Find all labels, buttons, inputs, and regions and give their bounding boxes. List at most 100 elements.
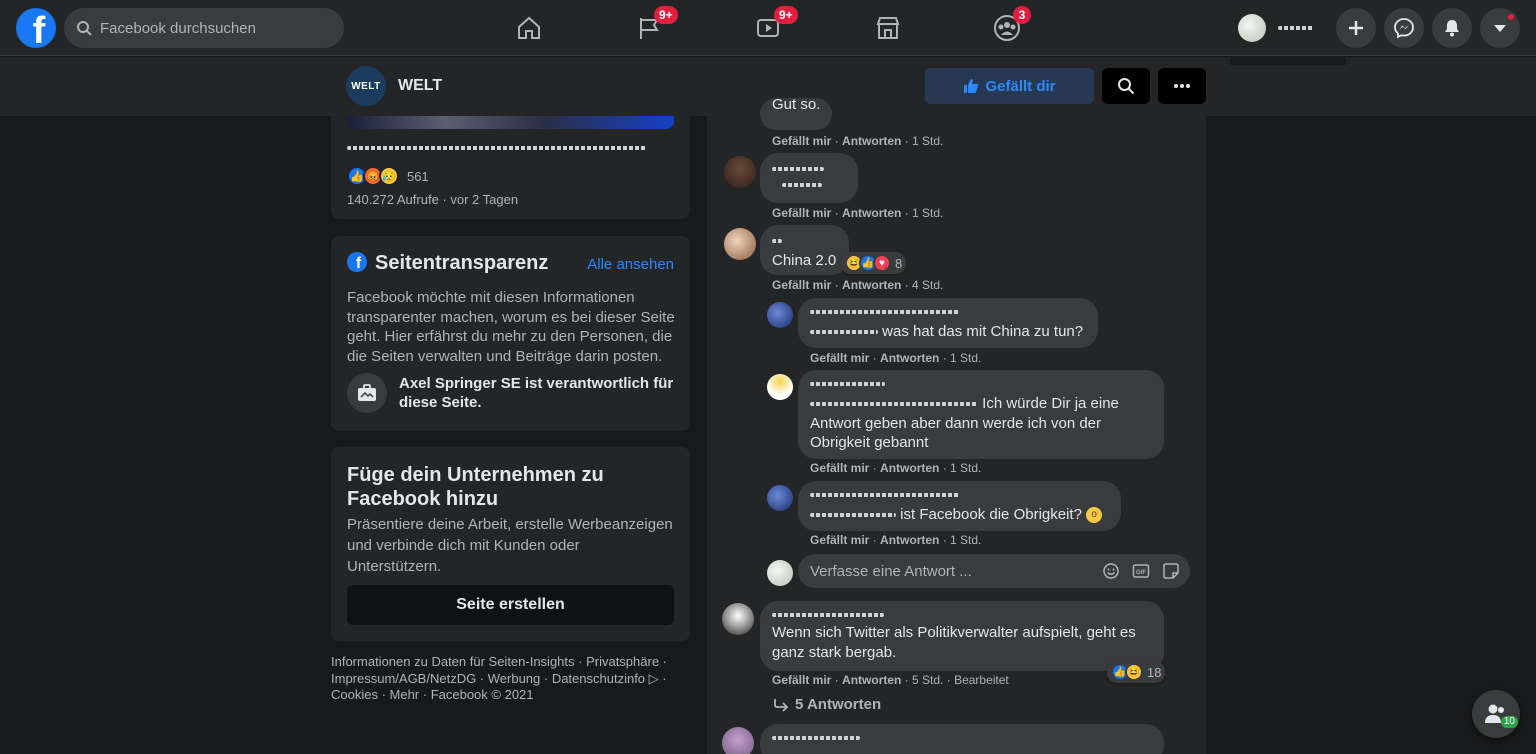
marketplace-icon bbox=[876, 17, 900, 39]
like-comment-link[interactable]: Gefällt mir bbox=[772, 206, 831, 220]
create-button[interactable] bbox=[1336, 8, 1376, 48]
reply-input[interactable] bbox=[810, 562, 1100, 580]
comment-reactions[interactable]: 👍 😆 18 bbox=[1107, 661, 1166, 683]
reply-comment-link[interactable]: Antworten bbox=[842, 278, 901, 292]
comment-bubble: Wenn sich Twitter als Politikverwalter a… bbox=[760, 601, 1164, 671]
create-page-button[interactable]: Seite erstellen bbox=[347, 585, 674, 625]
commenter-name-obscured bbox=[772, 736, 860, 740]
account-menu-button[interactable] bbox=[1480, 8, 1520, 48]
avatar[interactable] bbox=[724, 156, 756, 188]
comment-actions: Gefällt mir · Antworten · 5 Std. · Bearb… bbox=[772, 673, 1009, 687]
comment-bubble: Gut so. bbox=[760, 96, 833, 130]
facebook-logo-icon[interactable]: f bbox=[16, 8, 56, 48]
comment-time: 4 Std. bbox=[912, 278, 944, 292]
nav-badge: 9+ bbox=[654, 6, 678, 24]
nav-marketplace[interactable] bbox=[858, 8, 918, 48]
emoji-icon[interactable] bbox=[1102, 562, 1120, 580]
more-icon bbox=[1174, 84, 1190, 88]
messenger-button[interactable] bbox=[1384, 8, 1424, 48]
reply-comment-link[interactable]: Antworten bbox=[880, 461, 939, 475]
comment-text: was hat das mit China zu tun? bbox=[882, 323, 1084, 340]
nav-badge: 9+ bbox=[774, 6, 798, 24]
comment-reactions[interactable]: 😆 👍 ♥ 8 bbox=[841, 252, 907, 274]
comment-time: 1 Std. bbox=[950, 533, 982, 547]
comment-bubble: China 2.0 bbox=[760, 225, 849, 275]
search-input[interactable] bbox=[100, 19, 320, 37]
comment-actions: Gefällt mir · Antworten · 1 Std. bbox=[772, 134, 944, 148]
astonished-emoji-icon: o bbox=[1086, 507, 1103, 524]
sticker-icon[interactable] bbox=[1162, 562, 1180, 580]
comment-time: 1 Std. bbox=[912, 206, 944, 220]
avatar bbox=[1238, 14, 1266, 42]
search-icon bbox=[77, 21, 92, 36]
reply-arrow-icon bbox=[774, 698, 789, 712]
commenter-name-obscured bbox=[810, 382, 885, 386]
comment-actions: Gefällt mir · Antworten · 1 Std. bbox=[772, 206, 944, 220]
responsible-text: Axel Springer SE ist verantwortlich für … bbox=[399, 375, 674, 411]
love-reaction-icon: ♥ bbox=[873, 254, 891, 272]
gif-icon[interactable]: GIF bbox=[1132, 562, 1150, 580]
top-navigation-bar: f 9+ 9+ 3 bbox=[0, 0, 1536, 56]
page-search-button[interactable] bbox=[1102, 68, 1150, 104]
notifications-button[interactable] bbox=[1432, 8, 1472, 48]
search-bar[interactable] bbox=[64, 8, 344, 48]
like-comment-link[interactable]: Gefällt mir bbox=[810, 351, 869, 365]
like-comment-link[interactable]: Gefällt mir bbox=[772, 673, 831, 687]
comment-actions: Gefällt mir · Antworten · 1 Std. bbox=[810, 351, 982, 365]
add-business-description: Präsentiere deine Arbeit, erstelle Werbe… bbox=[347, 516, 673, 575]
comments-panel: Gut so. Gefällt mir · Antworten · 1 Std.… bbox=[707, 96, 1206, 754]
reply-comment-link[interactable]: Antworten bbox=[842, 673, 901, 687]
reaction-count: 18 bbox=[1147, 664, 1162, 680]
like-page-button[interactable]: Gefällt dir bbox=[925, 68, 1094, 104]
reply-comment-link[interactable]: Antworten bbox=[842, 206, 901, 220]
avatar[interactable] bbox=[767, 374, 793, 400]
comment-actions: Gefällt mir · Antworten · 1 Std. bbox=[810, 533, 982, 547]
nav-watch[interactable]: 9+ bbox=[738, 6, 798, 48]
nav-badge: 3 bbox=[1013, 6, 1031, 24]
new-room-button[interactable]: 10 bbox=[1472, 690, 1520, 738]
avatar[interactable] bbox=[722, 603, 754, 635]
commenter-name-obscured bbox=[810, 310, 960, 314]
see-all-link[interactable]: Alle ansehen bbox=[587, 256, 674, 273]
footer-links[interactable]: Informationen zu Daten für Seiten-Insigh… bbox=[331, 654, 671, 704]
page-logo[interactable]: WELT bbox=[346, 66, 386, 106]
reaction-count: 561 bbox=[407, 168, 429, 184]
nav-groups[interactable]: 3 bbox=[977, 6, 1037, 48]
comment-text: China 2.0 bbox=[772, 252, 837, 269]
svg-text:GIF: GIF bbox=[1136, 570, 1146, 576]
reply-comment-link[interactable]: Antworten bbox=[842, 134, 901, 148]
video-thumbnail[interactable] bbox=[347, 116, 674, 129]
sad-reaction-icon: 😥 bbox=[379, 166, 399, 186]
page-title[interactable]: WELT bbox=[398, 77, 442, 95]
view-replies-link[interactable]: 5 Antworten bbox=[773, 696, 881, 713]
messenger-icon bbox=[1394, 18, 1414, 38]
commenter-name-obscured bbox=[810, 493, 960, 497]
briefcase-icon bbox=[347, 373, 387, 413]
avatar[interactable] bbox=[722, 727, 754, 754]
notification-dot bbox=[1506, 12, 1516, 22]
reply-comment-link[interactable]: Antworten bbox=[880, 533, 939, 547]
comment-text: Wenn sich Twitter als Politikverwalter a… bbox=[772, 624, 1136, 661]
bell-icon bbox=[1445, 20, 1459, 37]
avatar[interactable] bbox=[767, 485, 793, 511]
home-icon bbox=[518, 16, 540, 39]
plus-icon bbox=[1349, 21, 1363, 35]
avatar[interactable] bbox=[767, 302, 793, 328]
profile-shortcut[interactable] bbox=[1238, 10, 1328, 46]
nav-pages[interactable]: 9+ bbox=[619, 6, 679, 48]
mention-obscured bbox=[810, 402, 978, 407]
like-comment-link[interactable]: Gefällt mir bbox=[772, 278, 831, 292]
responsible-entity: Axel Springer SE ist verantwortlich für … bbox=[347, 373, 679, 413]
comment-actions: Gefällt mir · Antworten · 1 Std. bbox=[810, 461, 982, 475]
like-comment-link[interactable]: Gefällt mir bbox=[810, 461, 869, 475]
avatar[interactable] bbox=[724, 228, 756, 260]
reply-comment-link[interactable]: Antworten bbox=[880, 351, 939, 365]
video-title-obscured bbox=[347, 146, 647, 150]
page-more-button[interactable] bbox=[1158, 68, 1206, 104]
comment-text: Gut so. bbox=[772, 96, 821, 113]
video-reactions[interactable]: 👍 😡 😥 561 bbox=[347, 166, 429, 186]
like-comment-link[interactable]: Gefällt mir bbox=[810, 533, 869, 547]
like-comment-link[interactable]: Gefällt mir bbox=[772, 134, 831, 148]
reply-composer[interactable]: GIF bbox=[798, 554, 1190, 588]
nav-home[interactable] bbox=[499, 8, 559, 48]
